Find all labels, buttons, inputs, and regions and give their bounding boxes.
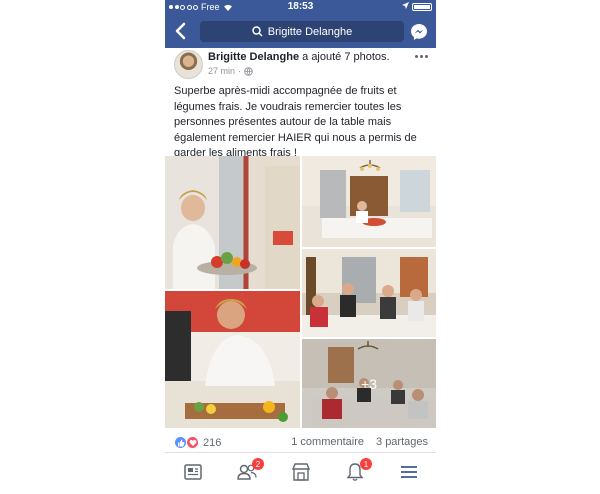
shares-count[interactable]: 3 partages: [376, 436, 428, 448]
post-meta: 27 min ·: [208, 66, 253, 76]
separator-dot: ·: [238, 66, 242, 76]
messenger-icon[interactable]: [410, 23, 428, 41]
photo-guests-table[interactable]: [302, 249, 436, 337]
phone-screen: Free 18:53 Brigitte Delanghe Brigitte De…: [165, 0, 436, 494]
bottom-tab-bar: 2 1: [165, 452, 436, 494]
friend-requests-badge: 2: [252, 458, 264, 470]
love-reaction-icon: [186, 436, 199, 449]
status-bar: Free 18:53: [165, 0, 436, 14]
notifications-tab[interactable]: 1: [344, 458, 372, 483]
battery-icon: [412, 3, 432, 11]
notifications-badge: 1: [360, 458, 372, 470]
search-icon: [252, 26, 263, 37]
menu-hamburger-icon[interactable]: [398, 461, 420, 483]
location-icon: [402, 2, 409, 9]
marketplace-icon[interactable]: [290, 461, 312, 483]
globe-icon: [244, 66, 253, 76]
post-action: a ajouté 7 photos.: [302, 51, 390, 63]
news-feed-icon[interactable]: [182, 461, 204, 483]
more-photos-count: +3: [361, 375, 377, 392]
more-photos-overlay[interactable]: +3: [302, 339, 436, 428]
reaction-count: 216: [203, 436, 222, 449]
top-nav: Brigitte Delanghe: [165, 14, 436, 48]
photo-dining-room[interactable]: [302, 156, 436, 247]
photo-group-meal[interactable]: +3: [302, 339, 436, 428]
comments-count[interactable]: 1 commentaire: [291, 436, 364, 448]
photo-dining-room-image: [320, 160, 432, 238]
search-bar[interactable]: Brigitte Delanghe: [200, 21, 404, 42]
friend-requests-tab[interactable]: 2: [236, 458, 264, 483]
engagement-counts: 1 commentaire 3 partages: [291, 436, 428, 448]
photo-chef-with-platter[interactable]: [165, 156, 300, 289]
back-arrow-icon[interactable]: [173, 21, 189, 41]
post-text: Superbe après-midi accompagnée de fruits…: [174, 85, 417, 159]
reactions-summary[interactable]: 216: [174, 436, 221, 449]
post-time[interactable]: 27 min: [208, 66, 235, 76]
author-avatar[interactable]: [174, 50, 203, 79]
more-options-icon[interactable]: [415, 55, 428, 58]
status-right: [402, 0, 432, 11]
search-text: Brigitte Delanghe: [267, 25, 353, 38]
author-name[interactable]: Brigitte Delanghe: [208, 51, 299, 63]
photo-chef-cutting-image: [165, 299, 300, 428]
status-time: 18:53: [287, 1, 314, 12]
photo-chef-cutting[interactable]: [165, 291, 300, 428]
photo-chef-with-platter-image: [173, 166, 300, 289]
post-header: Brigitte Delanghe a ajouté 7 photos.: [208, 51, 390, 63]
photo-guests-table-image: [302, 257, 436, 337]
